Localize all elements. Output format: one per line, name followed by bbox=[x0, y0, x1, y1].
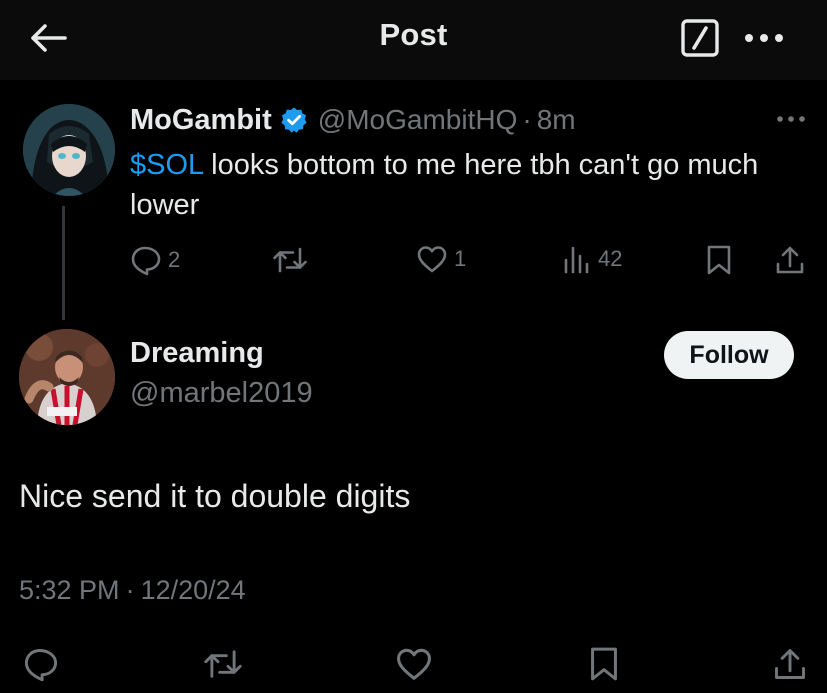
verified-badge-icon bbox=[280, 106, 308, 134]
avatar[interactable] bbox=[19, 329, 115, 425]
post-date[interactable]: 12/20/24 bbox=[141, 575, 246, 605]
reply-button[interactable] bbox=[21, 644, 61, 684]
thread-connector-line bbox=[62, 206, 65, 320]
avatar-image bbox=[23, 104, 115, 196]
like-icon bbox=[417, 246, 447, 273]
bookmark-button[interactable] bbox=[584, 644, 624, 684]
author-handle[interactable]: @marbel2019 bbox=[130, 377, 313, 410]
cashtag-link[interactable]: $SOL bbox=[130, 149, 203, 181]
like-count: 1 bbox=[454, 246, 467, 271]
author-name[interactable]: Dreaming bbox=[130, 337, 264, 370]
avatar-image bbox=[19, 329, 115, 425]
bookmark-icon bbox=[591, 647, 617, 681]
post-text: Nice send it to double digits bbox=[19, 478, 411, 514]
separator-dot: · bbox=[522, 104, 532, 135]
avatar[interactable] bbox=[23, 104, 115, 196]
like-button[interactable]: 1 bbox=[416, 244, 466, 274]
reply-icon bbox=[131, 246, 161, 276]
reply-icon bbox=[24, 649, 58, 682]
share-icon bbox=[775, 649, 805, 679]
repost-button[interactable] bbox=[272, 244, 314, 276]
bookmark-icon bbox=[707, 245, 731, 275]
share-button[interactable] bbox=[770, 644, 810, 684]
repost-icon bbox=[204, 650, 242, 678]
author-name[interactable]: MoGambit bbox=[130, 104, 272, 137]
share-icon bbox=[776, 246, 804, 274]
more-options-button[interactable] bbox=[742, 20, 786, 56]
quoted-post-header: MoGambit @MoGambitHQ · 8m bbox=[130, 100, 576, 140]
views-button[interactable]: 42 bbox=[562, 244, 622, 274]
post-text-body: looks bottom to me here tbh can't go muc… bbox=[130, 149, 759, 221]
post-time[interactable]: 5:32 PM bbox=[19, 575, 120, 605]
repost-button[interactable] bbox=[203, 644, 243, 684]
post-more-button[interactable] bbox=[774, 108, 808, 130]
reply-button[interactable]: 2 bbox=[130, 244, 180, 276]
separator-dot: · bbox=[125, 575, 135, 605]
more-horizontal-icon bbox=[777, 116, 805, 122]
views-count: 42 bbox=[598, 246, 623, 271]
repost-icon bbox=[273, 247, 307, 273]
author-handle[interactable]: @MoGambitHQ bbox=[318, 104, 518, 136]
follow-button[interactable]: Follow bbox=[664, 331, 794, 379]
post-time[interactable]: 8m bbox=[537, 104, 576, 136]
share-button[interactable] bbox=[774, 244, 806, 276]
grok-icon bbox=[681, 19, 719, 57]
like-button[interactable] bbox=[394, 644, 434, 684]
reply-count: 2 bbox=[168, 247, 181, 272]
post-text: $SOL looks bottom to me here tbh can't g… bbox=[130, 145, 790, 225]
more-horizontal-icon bbox=[745, 34, 783, 42]
post-metadata: 5:32 PM · 12/20/24 bbox=[19, 575, 246, 606]
views-icon bbox=[564, 246, 589, 274]
top-bar: Post bbox=[0, 0, 827, 80]
bookmark-button[interactable] bbox=[705, 244, 733, 276]
grok-button[interactable] bbox=[678, 16, 722, 60]
like-icon bbox=[397, 648, 431, 680]
